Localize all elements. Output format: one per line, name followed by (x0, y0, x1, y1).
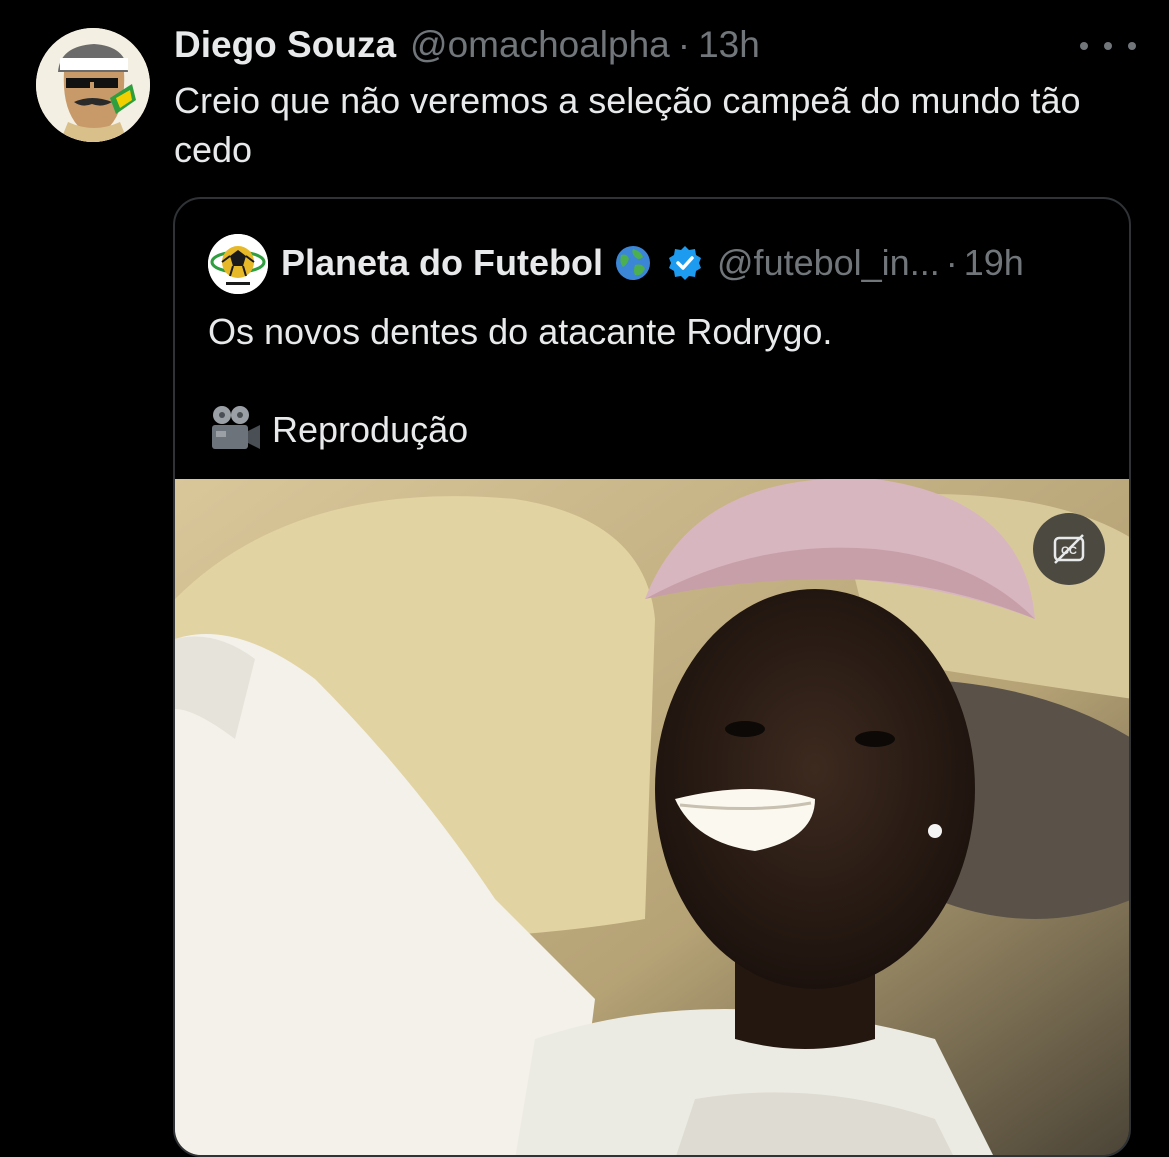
globe-icon (616, 246, 651, 280)
tweet-text: Creio que não veremos a seleção campeã d… (174, 80, 1081, 170)
captions-toggle-button[interactable]: CC (1033, 513, 1105, 585)
quoted-tweet-header: Planeta do Futebol @futebol_in... · 19h (281, 239, 1024, 287)
media-source-label: Reprodução (272, 409, 469, 450)
more-options-button[interactable] (1080, 32, 1136, 60)
media-source-line: Reprodução (208, 405, 468, 455)
captions-off-icon: CC (1053, 534, 1085, 564)
author-display-name[interactable]: Diego Souza (174, 24, 396, 66)
video-frame-image (175, 479, 1129, 1155)
soccer-ball-logo-icon (208, 234, 268, 294)
quoted-tweet-text: Os novos dentes do atacante Rodrygo. (208, 311, 833, 352)
tweet-header: Diego Souza @omachoalpha · 13h (174, 22, 760, 68)
more-dot-icon (1104, 42, 1112, 50)
quoted-author-display-name[interactable]: Planeta do Futebol (281, 242, 603, 284)
avatar-image (36, 28, 150, 142)
more-dot-icon (1128, 42, 1136, 50)
quoted-author-handle[interactable]: @futebol_in... (717, 242, 940, 284)
quoted-tweet-card[interactable]: Planeta do Futebol @futebol_in... · 19h … (173, 197, 1131, 1157)
video-player[interactable]: CC (175, 479, 1129, 1155)
verified-badge-icon[interactable] (667, 245, 703, 281)
quoted-author-avatar[interactable] (208, 234, 268, 294)
tweet-timestamp[interactable]: 13h (698, 24, 760, 66)
author-avatar[interactable] (36, 28, 150, 142)
quoted-header-separator: · (945, 242, 958, 283)
movie-camera-icon (212, 406, 260, 449)
more-dot-icon (1080, 42, 1088, 50)
quoted-tweet-timestamp[interactable]: 19h (964, 242, 1024, 284)
author-handle[interactable]: @omachoalpha (410, 24, 670, 66)
header-separator: · (677, 24, 691, 65)
